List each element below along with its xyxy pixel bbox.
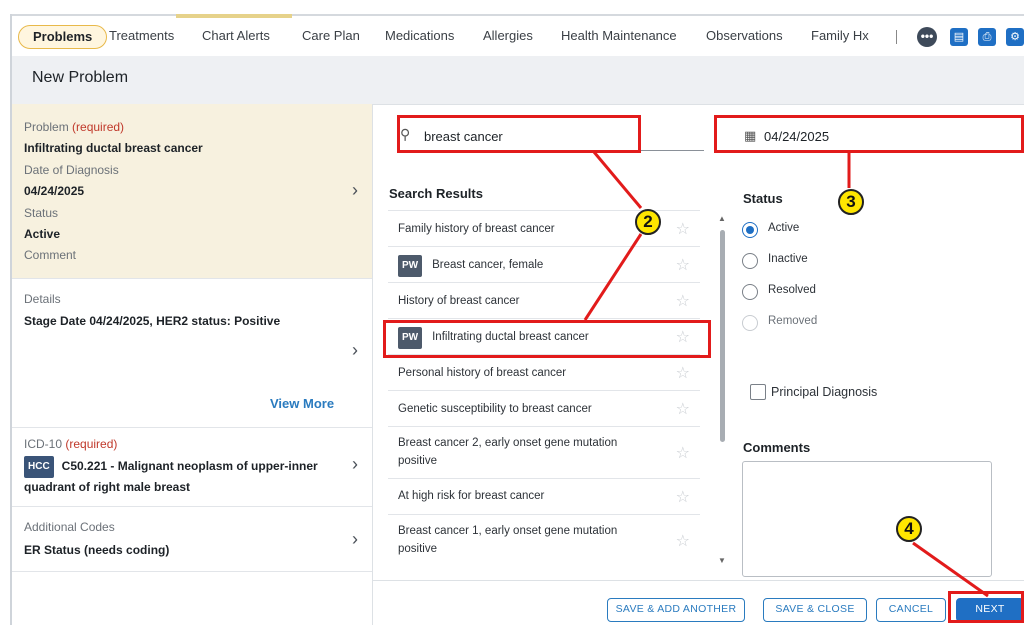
results-scrollbar[interactable]: ▲ ▼: [718, 214, 726, 565]
star-icon[interactable]: ☆: [676, 399, 690, 419]
required-marker: (required): [65, 437, 118, 451]
page-header: New Problem: [12, 56, 1024, 105]
annotation-badge: 4: [896, 516, 922, 542]
star-icon[interactable]: ☆: [676, 219, 690, 239]
scroll-up-icon[interactable]: ▲: [718, 214, 726, 223]
save-close-button[interactable]: SAVE & CLOSE: [763, 598, 867, 622]
problem-card[interactable]: Problem (required) Infiltrating ductal b…: [12, 104, 372, 279]
tab-problems[interactable]: Problems: [18, 25, 108, 49]
icd10-label: ICD-10 (required): [24, 437, 118, 451]
status-label: Status: [24, 206, 59, 220]
chevron-right-icon[interactable]: ›: [352, 454, 358, 475]
page-title: New Problem: [32, 69, 129, 86]
tab-medications[interactable]: Medications: [385, 18, 454, 56]
settings-icon[interactable]: ⚙: [1006, 28, 1024, 46]
tab-treatments[interactable]: Treatments: [109, 18, 174, 56]
annotation-badge: 3: [838, 189, 864, 215]
radio-label: Active: [768, 222, 800, 234]
clipboard-icon[interactable]: ▤: [950, 28, 968, 46]
active-indicator-strip: [176, 14, 292, 18]
form-footer: SAVE & ADD ANOTHER SAVE & CLOSE CANCEL N…: [373, 580, 1024, 626]
status-heading: Status: [743, 191, 783, 206]
chevron-right-icon[interactable]: ›: [352, 180, 358, 201]
details-value: Stage Date 04/24/2025, HER2 status: Posi…: [24, 314, 281, 328]
radio-icon: [742, 315, 758, 331]
additional-codes-card[interactable]: Additional Codes ER Status (needs coding…: [12, 507, 372, 572]
details-label: Details: [24, 292, 61, 306]
chevron-right-icon[interactable]: ›: [352, 340, 358, 361]
list-item[interactable]: PW Breast cancer, female ☆: [388, 246, 700, 283]
app-window: Problems Treatments Chart Alerts Care Pl…: [0, 0, 1024, 626]
problem-value: Infiltrating ductal breast cancer: [24, 141, 203, 155]
chevron-right-icon[interactable]: ›: [352, 529, 358, 550]
required-marker: (required): [72, 120, 125, 134]
next-highlight-box: [948, 591, 1024, 623]
list-item[interactable]: Genetic susceptibility to breast cancer …: [388, 390, 700, 427]
date-highlight-box: [714, 115, 1024, 153]
date-of-diagnosis-label: Date of Diagnosis: [24, 163, 119, 177]
additional-codes-label: Additional Codes: [24, 520, 115, 534]
tab-family-hx[interactable]: Family Hx: [811, 18, 869, 56]
star-icon[interactable]: ☆: [676, 531, 690, 551]
list-item[interactable]: Personal history of breast cancer ☆: [388, 354, 700, 391]
list-item[interactable]: Breast cancer 1, early onset gene mutati…: [388, 514, 700, 567]
comment-label: Comment: [24, 248, 77, 262]
principal-diagnosis-label: Principal Diagnosis: [771, 385, 878, 399]
star-icon[interactable]: ☆: [676, 443, 690, 463]
tab-health-maintenance[interactable]: Health Maintenance: [561, 18, 677, 56]
radio-label: Inactive: [768, 253, 808, 265]
icd10-value: HCC C50.221 - Malignant neoplasm of upper…: [24, 456, 344, 496]
tab-separator: [896, 30, 897, 44]
scrollbar-thumb[interactable]: [720, 230, 725, 442]
radio-label: Removed: [768, 315, 818, 327]
tab-observations[interactable]: Observations: [706, 18, 783, 56]
tab-bar: Problems Treatments Chart Alerts Care Pl…: [12, 18, 1024, 57]
problem-details-form: ▦ 04/24/2025 Status Active Inactive Reso…: [728, 104, 1024, 580]
star-icon[interactable]: ☆: [676, 487, 690, 507]
save-add-another-button[interactable]: SAVE & ADD ANOTHER: [607, 598, 745, 622]
annotation-badge: 2: [635, 209, 661, 235]
problem-summary-panel: Problem (required) Infiltrating ductal b…: [12, 104, 373, 625]
cancel-button[interactable]: CANCEL: [876, 598, 946, 622]
star-icon[interactable]: ☆: [676, 363, 690, 383]
radio-icon[interactable]: [742, 284, 758, 300]
comments-label: Comments: [743, 440, 811, 455]
search-results-title: Search Results: [389, 186, 483, 201]
window-top-border: [10, 14, 1024, 16]
pw-badge: PW: [398, 255, 423, 277]
icd10-card[interactable]: ICD-10 (required) HCC C50.221 - Malignant…: [12, 428, 372, 507]
star-icon[interactable]: ☆: [676, 291, 690, 311]
principal-diagnosis-checkbox[interactable]: [750, 384, 766, 400]
radio-label: Resolved: [768, 284, 816, 296]
search-highlight-box: [397, 115, 641, 153]
comments-textarea[interactable]: [742, 461, 992, 577]
list-item[interactable]: Breast cancer 2, early onset gene mutati…: [388, 426, 700, 479]
radio-icon[interactable]: [742, 222, 758, 238]
result-highlight-box: [383, 320, 711, 358]
list-item[interactable]: History of breast cancer ☆: [388, 282, 700, 319]
list-item[interactable]: At high risk for breast cancer ☆: [388, 478, 700, 515]
radio-icon[interactable]: [742, 253, 758, 269]
details-card[interactable]: Details Stage Date 04/24/2025, HER2 stat…: [12, 279, 372, 428]
additional-codes-value: ER Status (needs coding): [24, 543, 170, 557]
print-icon[interactable]: ⎙: [978, 28, 996, 46]
problem-label: Problem (required): [24, 120, 125, 134]
tab-allergies[interactable]: Allergies: [483, 18, 533, 56]
tab-care-plan[interactable]: Care Plan: [302, 18, 360, 56]
ellipsis-icon[interactable]: •••: [917, 27, 937, 47]
hcc-badge: HCC: [24, 456, 54, 478]
tab-chart-alerts[interactable]: Chart Alerts: [202, 18, 270, 56]
scroll-down-icon[interactable]: ▼: [718, 556, 726, 565]
star-icon[interactable]: ☆: [676, 255, 690, 275]
view-more-link[interactable]: View More: [270, 396, 334, 411]
date-of-diagnosis-value: 04/24/2025: [24, 184, 85, 198]
status-value: Active: [24, 227, 61, 241]
